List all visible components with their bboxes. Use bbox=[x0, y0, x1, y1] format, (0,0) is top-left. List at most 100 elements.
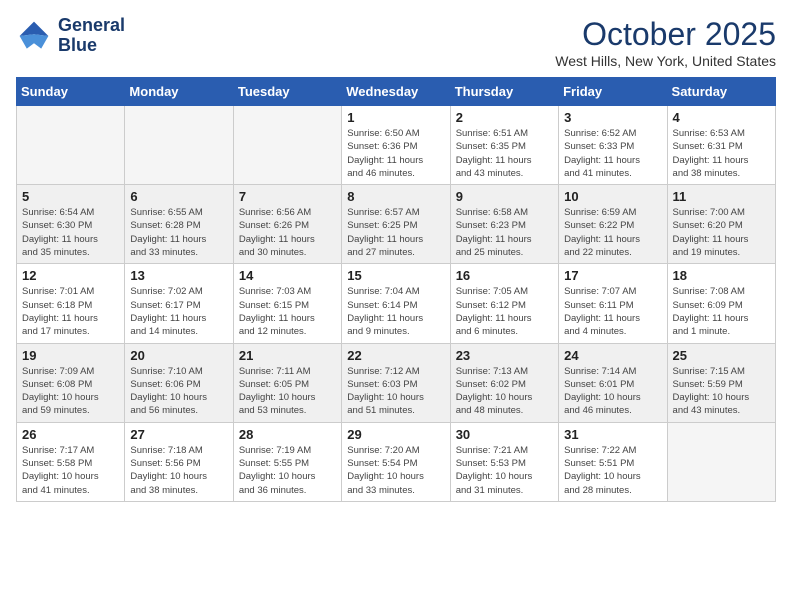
table-row: 21 Sunrise: 7:11 AMSunset: 6:05 PMDayligh… bbox=[233, 343, 341, 422]
table-row: 22 Sunrise: 7:12 AMSunset: 6:03 PMDayligh… bbox=[342, 343, 450, 422]
day-number: 20 bbox=[130, 348, 227, 363]
day-number: 17 bbox=[564, 268, 661, 283]
table-row bbox=[667, 422, 775, 501]
table-row: 12 Sunrise: 7:01 AMSunset: 6:18 PMDayligh… bbox=[17, 264, 125, 343]
day-info: Sunrise: 7:20 AMSunset: 5:54 PMDaylight:… bbox=[347, 444, 444, 497]
table-row: 7 Sunrise: 6:56 AMSunset: 6:26 PMDaylight… bbox=[233, 185, 341, 264]
day-number: 6 bbox=[130, 189, 227, 204]
col-tuesday: Tuesday bbox=[233, 78, 341, 106]
day-info: Sunrise: 7:11 AMSunset: 6:05 PMDaylight:… bbox=[239, 365, 336, 418]
table-row: 28Sunrise: 7:19 AMSunset: 5:55 PMDayligh… bbox=[233, 422, 341, 501]
table-row: 4 Sunrise: 6:53 AMSunset: 6:31 PMDaylight… bbox=[667, 106, 775, 185]
day-info: Sunrise: 7:00 AMSunset: 6:20 PMDaylight:… bbox=[673, 206, 770, 259]
table-row: 18Sunrise: 7:08 AMSunset: 6:09 PMDayligh… bbox=[667, 264, 775, 343]
location: West Hills, New York, United States bbox=[555, 53, 776, 69]
day-info: Sunrise: 6:58 AMSunset: 6:23 PMDaylight:… bbox=[456, 206, 553, 259]
title-block: October 2025 West Hills, New York, Unite… bbox=[555, 16, 776, 69]
table-row: 26 Sunrise: 7:17 AMSunset: 5:58 PMDayligh… bbox=[17, 422, 125, 501]
day-info: Sunrise: 7:12 AMSunset: 6:03 PMDaylight:… bbox=[347, 365, 444, 418]
table-row: 9 Sunrise: 6:58 AMSunset: 6:23 PMDaylight… bbox=[450, 185, 558, 264]
col-thursday: Thursday bbox=[450, 78, 558, 106]
day-info: Sunrise: 6:53 AMSunset: 6:31 PMDaylight:… bbox=[673, 127, 770, 180]
day-number: 12 bbox=[22, 268, 119, 283]
table-row bbox=[125, 106, 233, 185]
day-number: 1 bbox=[347, 110, 444, 125]
day-number: 21 bbox=[239, 348, 336, 363]
day-number: 11 bbox=[673, 189, 770, 204]
day-number: 31 bbox=[564, 427, 661, 442]
col-monday: Monday bbox=[125, 78, 233, 106]
table-row: 25Sunrise: 7:15 AMSunset: 5:59 PMDayligh… bbox=[667, 343, 775, 422]
table-row: 11 Sunrise: 7:00 AMSunset: 6:20 PMDayligh… bbox=[667, 185, 775, 264]
day-info: Sunrise: 7:17 AMSunset: 5:58 PMDaylight:… bbox=[22, 444, 119, 497]
day-info: Sunrise: 6:55 AMSunset: 6:28 PMDaylight:… bbox=[130, 206, 227, 259]
table-row bbox=[17, 106, 125, 185]
day-info: Sunrise: 7:01 AMSunset: 6:18 PMDaylight:… bbox=[22, 285, 119, 338]
table-row: 31 Sunrise: 7:22 AMSunset: 5:51 PMDayligh… bbox=[559, 422, 667, 501]
day-info: Sunrise: 7:18 AMSunset: 5:56 PMDaylight:… bbox=[130, 444, 227, 497]
calendar-week-row: 12 Sunrise: 7:01 AMSunset: 6:18 PMDayligh… bbox=[17, 264, 776, 343]
day-number: 27 bbox=[130, 427, 227, 442]
day-info: Sunrise: 7:10 AMSunset: 6:06 PMDaylight:… bbox=[130, 365, 227, 418]
day-number: 4 bbox=[673, 110, 770, 125]
day-number: 30 bbox=[456, 427, 553, 442]
day-number: 14 bbox=[239, 268, 336, 283]
day-number: 5 bbox=[22, 189, 119, 204]
day-info: Sunrise: 7:22 AMSunset: 5:51 PMDaylight:… bbox=[564, 444, 661, 497]
calendar-week-row: 5Sunrise: 6:54 AMSunset: 6:30 PMDaylight… bbox=[17, 185, 776, 264]
day-info: Sunrise: 6:56 AMSunset: 6:26 PMDaylight:… bbox=[239, 206, 336, 259]
day-number: 2 bbox=[456, 110, 553, 125]
day-info: Sunrise: 7:14 AMSunset: 6:01 PMDaylight:… bbox=[564, 365, 661, 418]
day-info: Sunrise: 6:52 AMSunset: 6:33 PMDaylight:… bbox=[564, 127, 661, 180]
table-row: 1 Sunrise: 6:50 AMSunset: 6:36 PMDaylight… bbox=[342, 106, 450, 185]
day-info: Sunrise: 7:05 AMSunset: 6:12 PMDaylight:… bbox=[456, 285, 553, 338]
table-row: 19 Sunrise: 7:09 AMSunset: 6:08 PMDayligh… bbox=[17, 343, 125, 422]
col-sunday: Sunday bbox=[17, 78, 125, 106]
month-title: October 2025 bbox=[555, 16, 776, 53]
table-row: 20 Sunrise: 7:10 AMSunset: 6:06 PMDayligh… bbox=[125, 343, 233, 422]
table-row: 10Sunrise: 6:59 AMSunset: 6:22 PMDayligh… bbox=[559, 185, 667, 264]
day-info: Sunrise: 6:50 AMSunset: 6:36 PMDaylight:… bbox=[347, 127, 444, 180]
day-number: 9 bbox=[456, 189, 553, 204]
table-row: 23 Sunrise: 7:13 AMSunset: 6:02 PMDayligh… bbox=[450, 343, 558, 422]
table-row: 6 Sunrise: 6:55 AMSunset: 6:28 PMDaylight… bbox=[125, 185, 233, 264]
day-number: 26 bbox=[22, 427, 119, 442]
day-number: 24 bbox=[564, 348, 661, 363]
day-info: Sunrise: 7:15 AMSunset: 5:59 PMDaylight:… bbox=[673, 365, 770, 418]
table-row: 16 Sunrise: 7:05 AMSunset: 6:12 PMDayligh… bbox=[450, 264, 558, 343]
table-row: 2Sunrise: 6:51 AMSunset: 6:35 PMDaylight… bbox=[450, 106, 558, 185]
calendar-week-row: 1 Sunrise: 6:50 AMSunset: 6:36 PMDaylight… bbox=[17, 106, 776, 185]
table-row: 13 Sunrise: 7:02 AMSunset: 6:17 PMDayligh… bbox=[125, 264, 233, 343]
table-row: 17Sunrise: 7:07 AMSunset: 6:11 PMDayligh… bbox=[559, 264, 667, 343]
table-row: 15 Sunrise: 7:04 AMSunset: 6:14 PMDayligh… bbox=[342, 264, 450, 343]
table-row: 5Sunrise: 6:54 AMSunset: 6:30 PMDaylight… bbox=[17, 185, 125, 264]
day-number: 10 bbox=[564, 189, 661, 204]
day-number: 22 bbox=[347, 348, 444, 363]
day-info: Sunrise: 7:03 AMSunset: 6:15 PMDaylight:… bbox=[239, 285, 336, 338]
day-number: 23 bbox=[456, 348, 553, 363]
day-info: Sunrise: 7:04 AMSunset: 6:14 PMDaylight:… bbox=[347, 285, 444, 338]
logo-icon bbox=[16, 18, 52, 54]
col-wednesday: Wednesday bbox=[342, 78, 450, 106]
table-row: 30 Sunrise: 7:21 AMSunset: 5:53 PMDayligh… bbox=[450, 422, 558, 501]
day-info: Sunrise: 7:02 AMSunset: 6:17 PMDaylight:… bbox=[130, 285, 227, 338]
table-row: 29Sunrise: 7:20 AMSunset: 5:54 PMDayligh… bbox=[342, 422, 450, 501]
day-number: 8 bbox=[347, 189, 444, 204]
col-saturday: Saturday bbox=[667, 78, 775, 106]
table-row bbox=[233, 106, 341, 185]
day-number: 13 bbox=[130, 268, 227, 283]
day-number: 19 bbox=[22, 348, 119, 363]
calendar-header-row: Sunday Monday Tuesday Wednesday Thursday… bbox=[17, 78, 776, 106]
day-info: Sunrise: 7:09 AMSunset: 6:08 PMDaylight:… bbox=[22, 365, 119, 418]
day-number: 16 bbox=[456, 268, 553, 283]
day-number: 7 bbox=[239, 189, 336, 204]
day-number: 15 bbox=[347, 268, 444, 283]
calendar-week-row: 19 Sunrise: 7:09 AMSunset: 6:08 PMDayligh… bbox=[17, 343, 776, 422]
day-info: Sunrise: 7:13 AMSunset: 6:02 PMDaylight:… bbox=[456, 365, 553, 418]
day-info: Sunrise: 7:21 AMSunset: 5:53 PMDaylight:… bbox=[456, 444, 553, 497]
table-row: 24 Sunrise: 7:14 AMSunset: 6:01 PMDayligh… bbox=[559, 343, 667, 422]
logo-text: General Blue bbox=[58, 16, 125, 56]
calendar: Sunday Monday Tuesday Wednesday Thursday… bbox=[16, 77, 776, 502]
day-info: Sunrise: 6:57 AMSunset: 6:25 PMDaylight:… bbox=[347, 206, 444, 259]
day-number: 3 bbox=[564, 110, 661, 125]
